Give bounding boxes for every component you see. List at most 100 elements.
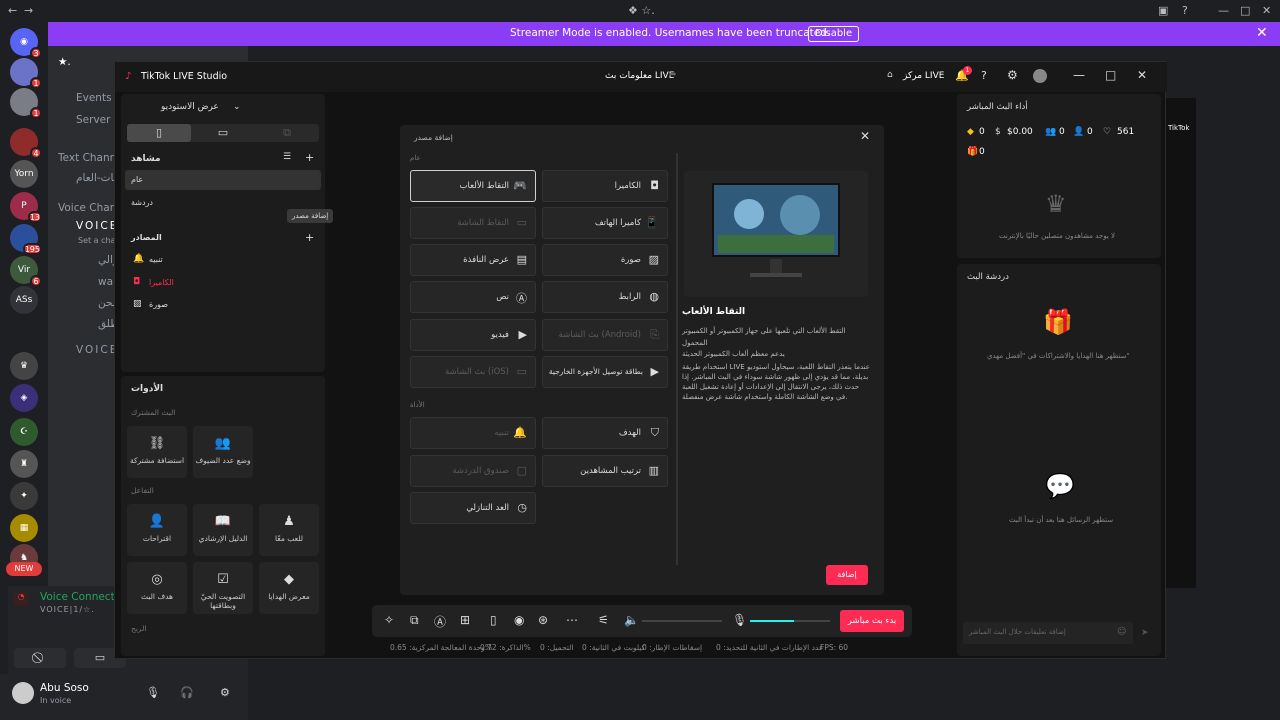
emoji-icon[interactable]: ☺: [1117, 627, 1126, 637]
add-button[interactable]: إضافة: [826, 565, 868, 585]
server-icon[interactable]: ♜: [10, 450, 38, 478]
close-modal-icon[interactable]: ✕: [860, 129, 870, 143]
voice-connected-channel[interactable]: VOICE|1/☆.: [40, 605, 95, 614]
close-banner-icon[interactable]: ✕: [1256, 25, 1268, 41]
voice-channel-item[interactable]: VOICE: [76, 344, 118, 356]
game-capture-option[interactable]: 🎮 التقاط الألعاب: [410, 170, 536, 202]
list-icon[interactable]: ☰: [283, 152, 291, 162]
android-cast-option[interactable]: ⎘ بث الشاشة (Android): [542, 319, 668, 351]
server-icon[interactable]: 1: [10, 58, 42, 89]
server-icon[interactable]: ◈: [10, 384, 38, 412]
ios-cast-option[interactable]: ▭ بث الشاشة (iOS): [410, 356, 536, 388]
gift-gallery-tool[interactable]: ◆ معرض الهدايا: [259, 562, 319, 614]
effects-icon[interactable]: ⧉: [410, 613, 419, 628]
sticker-icon[interactable]: ⊞: [460, 613, 470, 627]
events-link[interactable]: Events: [76, 92, 112, 104]
scrollbar[interactable]: [676, 153, 678, 565]
screen-capture-option[interactable]: ▭ التقاط الشاشة: [410, 207, 536, 239]
signal-icon[interactable]: ◔: [14, 592, 28, 606]
play-together-tool[interactable]: ♟ للعب معًا: [259, 504, 319, 556]
source-item[interactable]: صورة: [149, 300, 168, 309]
server-icon[interactable]: Yorn: [10, 160, 38, 188]
microphone-icon[interactable]: 🎙: [146, 686, 160, 699]
source-item[interactable]: الكاميرا: [149, 278, 174, 287]
live-goal-tool[interactable]: ◎ هدف البث: [127, 562, 187, 614]
volume-icon[interactable]: 🔈: [624, 613, 639, 627]
mic-level-slider[interactable]: [750, 620, 830, 622]
gear-icon[interactable]: ⚙: [220, 686, 230, 699]
link-option[interactable]: ◍ الرابط: [542, 281, 668, 313]
voice-channel-item[interactable]: VOICE: [76, 220, 118, 232]
chevron-down-icon[interactable]: ⌄: [233, 102, 241, 112]
microphone-icon[interactable]: 🎙: [732, 613, 747, 627]
ai-icon[interactable]: Ⓐ: [434, 613, 446, 630]
maximize-icon[interactable]: □: [1105, 68, 1116, 82]
discord-home-icon[interactable]: ◉ 3: [10, 28, 42, 59]
landscape-layout-icon[interactable]: ▭: [191, 124, 255, 142]
back-arrow-icon[interactable]: ←: [8, 4, 17, 17]
suggestions-tool[interactable]: 👤 اقتراحات: [127, 504, 187, 556]
close-icon[interactable]: ✕: [1137, 68, 1147, 82]
scene-item[interactable]: دردشة: [131, 198, 153, 207]
more-icon[interactable]: ⋯: [566, 613, 578, 627]
studio-view-dropdown[interactable]: عرض الاستوديو: [161, 102, 219, 112]
forward-arrow-icon[interactable]: →: [24, 4, 33, 17]
countdown-option[interactable]: ◷ العد التنازلي: [410, 492, 536, 524]
camera-off-button[interactable]: ⃠: [14, 648, 66, 668]
avatar[interactable]: [1033, 69, 1047, 83]
dual-layout-icon[interactable]: ⧉: [255, 124, 319, 142]
stream-info-button[interactable]: معلومات بث LIVE: [605, 71, 674, 81]
portrait-layout-icon[interactable]: ▯: [127, 124, 191, 142]
server-icon[interactable]: Vir 6: [10, 256, 42, 287]
source-item[interactable]: تنبيه: [149, 255, 163, 264]
minimize-icon[interactable]: —: [1073, 68, 1085, 82]
server-icon[interactable]: 1: [10, 88, 42, 119]
disable-streamer-mode-button[interactable]: Disable: [808, 26, 860, 42]
inbox-icon[interactable]: ▣: [1158, 4, 1168, 17]
server-icon[interactable]: P 13: [10, 192, 42, 223]
help-icon[interactable]: ?: [981, 69, 987, 82]
poll-tool[interactable]: ☑ التصويت الحيّ وبطاقتها: [193, 562, 253, 614]
guide-tool[interactable]: 📖 الدليل الإرشادي: [193, 504, 253, 556]
server-icon[interactable]: ✦: [10, 482, 38, 510]
scene-item[interactable]: عام: [125, 170, 321, 190]
live-center-button[interactable]: مركز LIVE: [903, 71, 944, 81]
home-icon[interactable]: ⌂: [887, 70, 893, 80]
server-icon[interactable]: ASs: [10, 286, 38, 314]
close-icon[interactable]: ✕: [1262, 4, 1271, 17]
phone-camera-option[interactable]: 📱 كاميرا الهاتف: [542, 207, 668, 239]
add-scene-icon[interactable]: +: [305, 151, 314, 164]
chat-input[interactable]: إضافة تعليقات حلال البث المباشر ☺: [963, 622, 1133, 644]
phone-icon[interactable]: ▯: [490, 613, 497, 627]
server-icon[interactable]: 4: [10, 128, 42, 159]
headphones-icon[interactable]: 🎧: [180, 686, 194, 699]
server-icon[interactable]: ▦: [10, 514, 38, 542]
share-icon[interactable]: ➦: [669, 70, 677, 80]
server-icon[interactable]: 195: [10, 224, 42, 255]
minimize-icon[interactable]: —: [1218, 4, 1229, 17]
server-icon[interactable]: ☪: [10, 418, 38, 446]
window-capture-option[interactable]: ▤ عرض النافذة: [410, 244, 536, 276]
magic-wand-icon[interactable]: ✧: [384, 613, 394, 627]
co-host-tool[interactable]: ⛓ استضافة مشتركة: [127, 426, 187, 478]
capture-card-option[interactable]: ▶ بطاقة توصيل الأجهزة الخارجية: [542, 356, 668, 388]
guest-mode-tool[interactable]: 👥 وضع عدد الضيوف: [193, 426, 253, 478]
volume-slider[interactable]: [642, 620, 722, 622]
server-name[interactable]: ★.: [58, 56, 71, 68]
viewer-ranking-option[interactable]: ▥ ترتيب المشاهدين: [542, 455, 668, 487]
equalizer-icon[interactable]: ⚟: [598, 613, 609, 627]
alert-option[interactable]: 🔔 تنبيه: [410, 417, 536, 449]
goal-option[interactable]: ⛉ الهدف: [542, 417, 668, 449]
camera-option[interactable]: ◘ الكاميرا: [542, 170, 668, 202]
record-icon[interactable]: ◉: [514, 613, 524, 627]
text-option[interactable]: Ⓐ نص: [410, 281, 536, 313]
server-icon[interactable]: ♛: [10, 352, 38, 380]
send-icon[interactable]: ➤: [1141, 628, 1149, 638]
video-option[interactable]: ▶ فيديو: [410, 319, 536, 351]
help-icon[interactable]: ?: [1182, 4, 1188, 17]
username[interactable]: Abu Soso: [40, 682, 89, 694]
chat-box-option[interactable]: ▢ صندوق الدردشة: [410, 455, 536, 487]
voice-connected-title[interactable]: Voice Connecte: [40, 591, 121, 603]
image-option[interactable]: ▨ صورة: [542, 244, 668, 276]
maximize-icon[interactable]: □: [1240, 4, 1250, 17]
